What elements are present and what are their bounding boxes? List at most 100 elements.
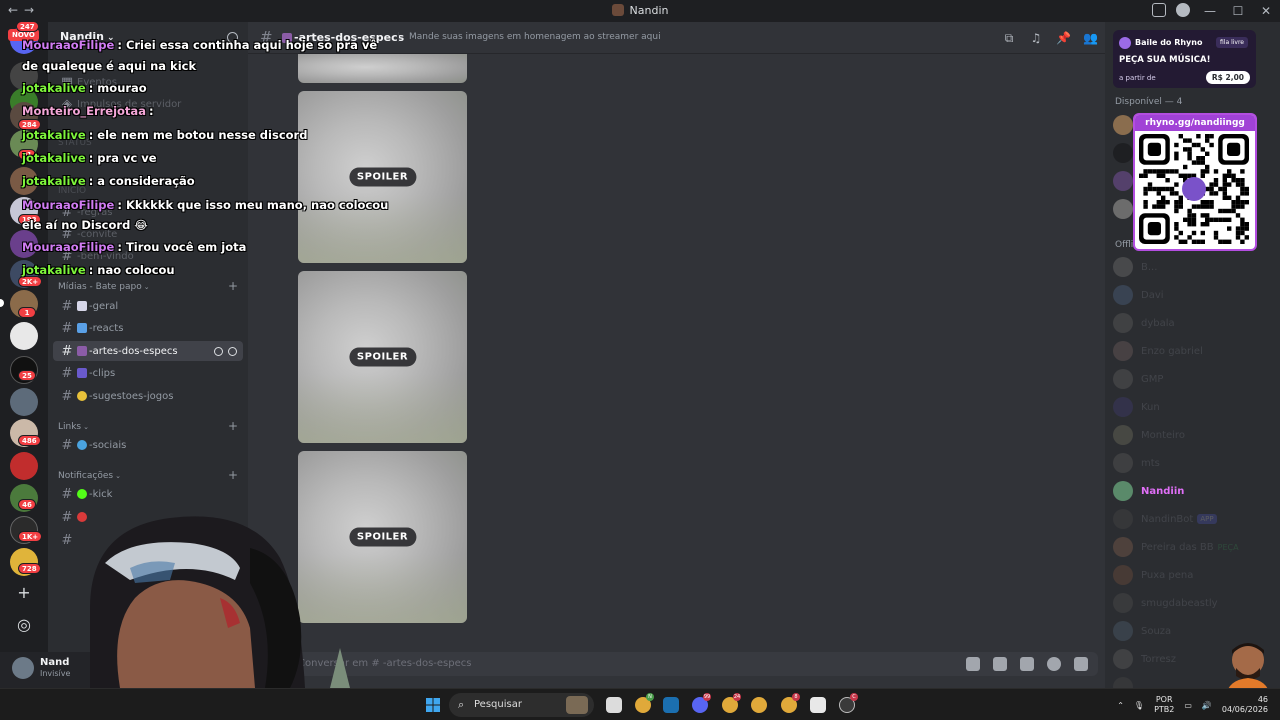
- chat-message: MouraaoFilipe: Criei essa continha aqui …: [22, 38, 377, 52]
- gear-icon[interactable]: [228, 346, 237, 356]
- member-list-icon[interactable]: 👥: [1083, 31, 1098, 45]
- channel-sugestoes-jogos[interactable]: # -sugestoes-jogos: [53, 386, 243, 406]
- chat-username: MouraaoFilipe: [22, 240, 115, 254]
- member-item[interactable]: Pereira das BB PEÇA: [1113, 535, 1278, 559]
- steam-icon[interactable]: [663, 697, 679, 713]
- gif-icon[interactable]: [993, 657, 1007, 671]
- taskbar-search[interactable]: ⌕ Pesquisar: [449, 693, 594, 717]
- channel-artes-dos-especs[interactable]: # -artes-dos-especs: [53, 341, 243, 361]
- pin-icon[interactable]: 📌: [1056, 31, 1071, 45]
- member-item[interactable]: Davi: [1113, 283, 1278, 307]
- create-channel-icon[interactable]: +: [228, 468, 238, 482]
- message-composer[interactable]: Conversar em # -artes-dos-especs: [288, 652, 1098, 676]
- member-name: Puxa pena: [1141, 569, 1194, 581]
- category-notificacoes[interactable]: Notificações ⌄: [58, 471, 121, 481]
- emoji-icon[interactable]: [1047, 657, 1061, 671]
- member-item[interactable]: dybala: [1113, 311, 1278, 335]
- search-icon: ⌕: [458, 698, 465, 711]
- add-server-button[interactable]: +: [14, 583, 34, 603]
- channel-reacts[interactable]: # -reacts: [53, 318, 243, 338]
- chrome-profile-3-icon[interactable]: [751, 697, 767, 713]
- invite-icon[interactable]: [214, 346, 223, 356]
- avatar: [1113, 481, 1133, 501]
- channel-sociais[interactable]: # -sociais: [53, 435, 243, 455]
- avatar: [1113, 285, 1133, 305]
- avatar: [1113, 313, 1133, 333]
- chat-message: jotakalive: a consideração: [22, 174, 195, 188]
- member-name: smugdabeastly: [1141, 597, 1218, 609]
- member-name: NandinBot: [1141, 513, 1194, 525]
- threads-icon[interactable]: ⧉: [1002, 31, 1016, 45]
- chat-username: jotakalive: [22, 151, 86, 165]
- avatar: [1113, 341, 1133, 361]
- microphone-icon[interactable]: 🎙: [1134, 701, 1144, 710]
- chat-username: MouraaoFilipe: [22, 38, 115, 52]
- file-explorer-icon[interactable]: [606, 697, 622, 713]
- discord-app: ←→ Nandin — ☐ ✕ NOVO 247 284 91 193 2K+ …: [0, 0, 1280, 720]
- member-item[interactable]: Nandiin: [1113, 479, 1278, 503]
- server-icon-12[interactable]: [10, 388, 38, 416]
- user-avatar[interactable]: [12, 657, 34, 679]
- spoiler-label: SPOILER: [348, 347, 417, 367]
- clock[interactable]: 46 04/06/2026: [1222, 695, 1268, 715]
- chat-message: Monteiro_Errejotaa:: [22, 104, 154, 118]
- volume-icon[interactable]: 🔊: [1202, 701, 1212, 710]
- chat-text: :: [148, 104, 154, 118]
- window-title: Nandin: [0, 4, 1280, 17]
- channel-topic[interactable]: Mande suas imagens em homenagem ao strea…: [398, 32, 661, 42]
- member-item[interactable]: Kun: [1113, 395, 1278, 419]
- music-request-widget[interactable]: Baile do Rhyno fila livre PEÇA SUA MÚSIC…: [1113, 30, 1256, 88]
- avatar: [1113, 453, 1133, 473]
- chat-text: ele aí no Discord 😂: [22, 218, 148, 232]
- promo-price: R$ 2,00: [1205, 71, 1250, 84]
- promo-headline: PEÇA SUA MÚSICA!: [1119, 55, 1211, 65]
- chat-username: MouraaoFilipe: [22, 198, 115, 212]
- gift-icon[interactable]: [966, 657, 980, 671]
- window-controls: — ☐ ✕: [1196, 0, 1280, 22]
- member-item[interactable]: GMP: [1113, 367, 1278, 391]
- language-indicator[interactable]: POR PTB2: [1154, 695, 1174, 715]
- maximize-button[interactable]: ☐: [1224, 0, 1252, 22]
- sticker-icon[interactable]: [1020, 657, 1034, 671]
- promo-tag: fila livre: [1216, 37, 1248, 48]
- clapper-icon: [77, 368, 87, 378]
- app-badge: N: [646, 693, 654, 701]
- server-badge: 46: [18, 499, 36, 510]
- chat-text: : a consideração: [88, 174, 195, 188]
- qr-url: rhyno.gg/nandiingg: [1135, 115, 1255, 131]
- channel-geral[interactable]: # -geral: [53, 296, 243, 316]
- qr-code-icon: [1139, 134, 1249, 244]
- server-icon-10[interactable]: [10, 322, 38, 350]
- member-item[interactable]: NandinBot APP: [1113, 507, 1278, 531]
- category-links[interactable]: Links ⌄: [58, 422, 89, 432]
- member-item[interactable]: smugdabeastly: [1113, 591, 1278, 615]
- explore-icon[interactable]: ◎: [14, 615, 34, 635]
- avatar: [1113, 143, 1133, 163]
- message-area: SPOILER SPOILER SPOILER: [248, 54, 1105, 652]
- member-item[interactable]: Puxa pena: [1113, 563, 1278, 587]
- chevron-down-icon: ⌄: [115, 472, 121, 480]
- inbox-icon[interactable]: [1152, 3, 1166, 17]
- chevron-up-icon[interactable]: ⌃: [1117, 701, 1124, 710]
- avatar: [1113, 257, 1133, 277]
- member-name: dybala: [1141, 317, 1175, 329]
- game-app-icon[interactable]: [810, 697, 826, 713]
- spoiler-image-2[interactable]: SPOILER: [298, 271, 467, 443]
- speech-icon: [77, 301, 87, 311]
- close-button[interactable]: ✕: [1252, 0, 1280, 22]
- avatar: [1113, 369, 1133, 389]
- network-icon[interactable]: ▭: [1184, 701, 1192, 710]
- apps-icon[interactable]: [1074, 657, 1088, 671]
- member-item[interactable]: Enzo gabriel: [1113, 339, 1278, 363]
- minimize-button[interactable]: —: [1196, 0, 1224, 22]
- server-icon-14[interactable]: [10, 452, 38, 480]
- server-badge: 1: [18, 307, 36, 318]
- member-item[interactable]: mts: [1113, 451, 1278, 475]
- help-icon[interactable]: [1176, 3, 1190, 17]
- notification-bell-icon[interactable]: ♫: [1029, 31, 1043, 45]
- create-channel-icon[interactable]: +: [228, 419, 238, 433]
- windows-start-icon[interactable]: [426, 698, 440, 712]
- member-item[interactable]: B...: [1113, 255, 1278, 279]
- member-item[interactable]: Monteiro: [1113, 423, 1278, 447]
- channel-clips[interactable]: # -clips: [53, 363, 243, 383]
